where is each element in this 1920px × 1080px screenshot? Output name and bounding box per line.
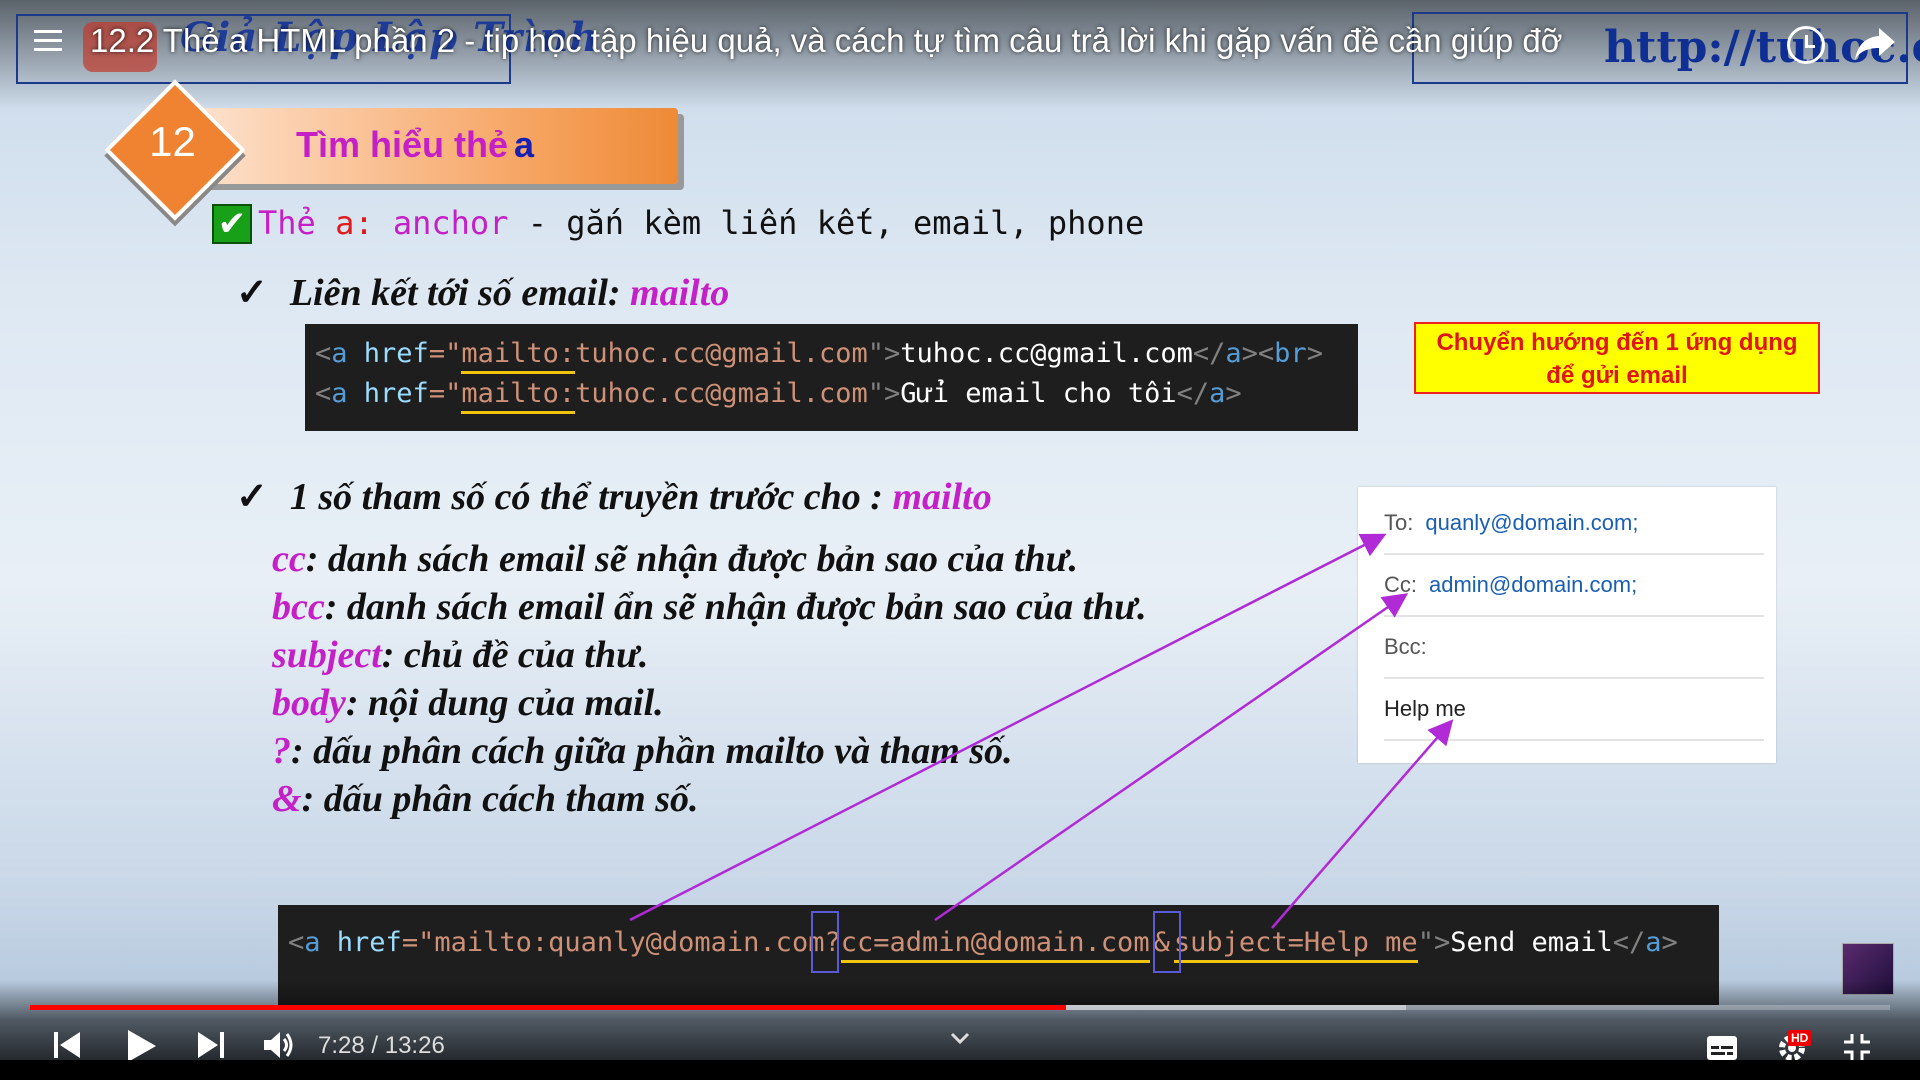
time-total: 13:26 [384,1032,445,1059]
volume-icon[interactable] [262,1028,296,1062]
arrow-to [629,533,1387,922]
video-player[interactable]: Giả Lập Lập Trình http://tuhoc.cc 12.2 T… [0,0,1920,1080]
subtitles-icon[interactable] [1706,1034,1738,1062]
next-icon[interactable] [196,1028,226,1062]
previous-icon[interactable] [52,1028,82,1062]
hd-badge: HD [1788,1030,1812,1046]
play-icon[interactable] [124,1028,158,1064]
time-display: 7:28 / 13:26 [318,1032,445,1060]
bottom-edge [0,1060,1920,1080]
time-separator: / [364,1032,385,1059]
time-current: 7:28 [318,1032,365,1059]
progress-played[interactable] [30,1005,1067,1010]
annotation-arrows [629,533,1454,929]
video-frame: Giả Lập Lập Trình http://tuhoc.cc 12.2 T… [0,0,1920,1060]
chevron-down-icon[interactable] [950,1032,970,1046]
arrow-subject [1271,719,1454,929]
exit-fullscreen-icon[interactable] [1842,1032,1872,1062]
